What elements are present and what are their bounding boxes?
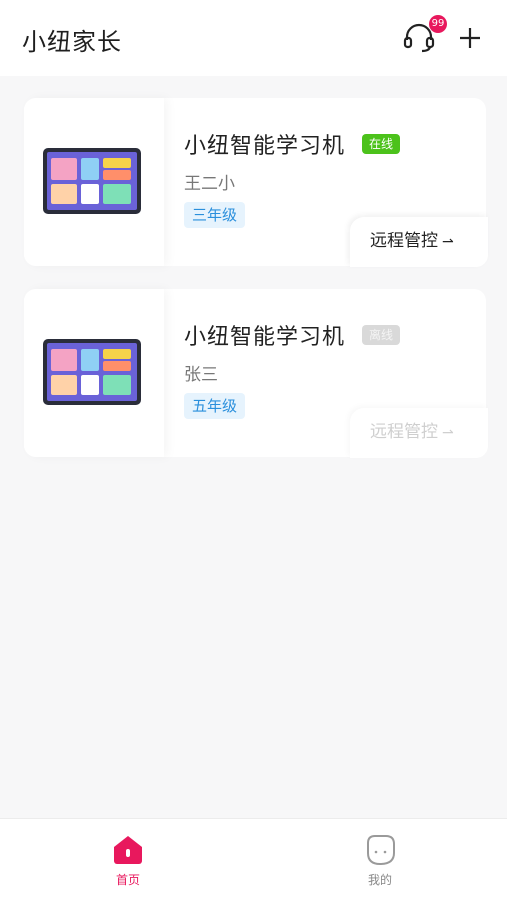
tab-mine-label: 我的 xyxy=(367,873,392,887)
arrow-right-icon: ⇀ xyxy=(442,234,454,250)
arrow-right-icon: ⇀ xyxy=(442,425,454,441)
status-badge-online: 在线 xyxy=(362,134,401,154)
home-icon xyxy=(114,836,142,864)
device-name: 小纽智能学习机 xyxy=(184,134,346,159)
bottom-tab-bar: 首页 我的 xyxy=(0,818,507,901)
device-name: 小纽智能学习机 xyxy=(184,325,346,350)
remote-control-label: 远程管控 xyxy=(370,231,438,251)
device-image-panel xyxy=(24,289,164,457)
status-badge-offline: 离线 xyxy=(362,325,401,345)
tab-mine[interactable]: 我的 xyxy=(320,819,440,901)
support-badge: 99 xyxy=(429,15,447,33)
student-name: 王二小 xyxy=(184,174,235,194)
profile-face-icon xyxy=(367,835,395,866)
tablet-image xyxy=(43,339,141,405)
grade-tag: 三年级 xyxy=(184,202,246,228)
header-bar: 小纽家长 99 xyxy=(0,0,507,76)
device-image-panel xyxy=(24,98,164,266)
app-title: 小纽家长 xyxy=(22,28,122,56)
device-card[interactable]: 小纽智能学习机 在线 王二小 三年级 远程管控 ⇀ xyxy=(24,98,488,267)
tablet-image xyxy=(43,148,141,214)
plus-icon xyxy=(460,28,480,48)
remote-control-button[interactable]: 远程管控 ⇀ xyxy=(350,217,488,267)
remote-control-button-disabled: 远程管控 ⇀ xyxy=(350,408,488,458)
add-device-button[interactable] xyxy=(458,26,482,50)
device-card[interactable]: 小纽智能学习机 离线 张三 五年级 远程管控 ⇀ xyxy=(24,289,488,458)
tab-home[interactable]: 首页 xyxy=(68,819,188,901)
student-name: 张三 xyxy=(184,365,218,385)
grade-tag: 五年级 xyxy=(184,393,246,419)
tab-home-label: 首页 xyxy=(115,873,140,887)
remote-control-label: 远程管控 xyxy=(370,422,438,442)
